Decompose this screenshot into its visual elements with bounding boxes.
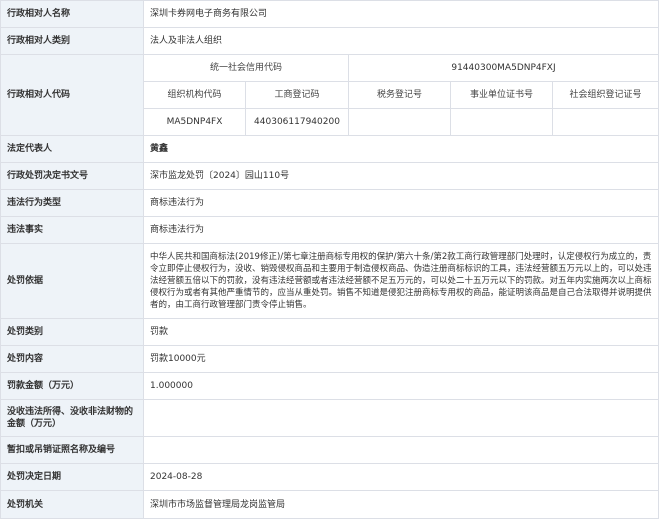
uscc-label: 统一社会信用代码 bbox=[143, 54, 349, 82]
row-penalty-content: 处罚内容 罚款10000元 bbox=[0, 345, 660, 373]
row-authority: 处罚机关 深圳市市场监督管理局龙岗监管局 bbox=[0, 490, 660, 519]
row-legal-rep: 法定代表人 黄鑫 bbox=[0, 135, 660, 163]
value-decision-date: 2024-08-28 bbox=[142, 463, 660, 491]
row-fine-amount: 罚款金额（万元） 1.000000 bbox=[0, 372, 660, 400]
row-basis: 处罚依据 中华人民共和国商标法(2019修正)/第七章注册商标专用权的保护/第六… bbox=[0, 243, 660, 319]
value-doc-no: 深市监龙处罚〔2024〕园山110号 bbox=[142, 162, 660, 190]
row-violation-fact: 违法事实 商标违法行为 bbox=[0, 216, 660, 244]
label-fine-amount: 罚款金额（万元） bbox=[0, 372, 144, 400]
org-code-header: 组织机构代码 bbox=[143, 81, 246, 109]
label-authority: 处罚机关 bbox=[0, 490, 144, 519]
label-violation-fact: 违法事实 bbox=[0, 216, 144, 244]
label-violation-type: 违法行为类型 bbox=[0, 189, 144, 217]
label-decision-date: 处罚决定日期 bbox=[0, 463, 144, 491]
value-penalty-content: 罚款10000元 bbox=[142, 345, 660, 373]
label-legal-rep: 法定代表人 bbox=[0, 135, 144, 163]
value-basis: 中华人民共和国商标法(2019修正)/第七章注册商标专用权的保护/第六十条/第2… bbox=[142, 243, 660, 319]
org-code-value: MA5DNP4FX bbox=[143, 108, 246, 136]
penalty-info-table: 行政相对人名称 深圳卡券网电子商务有限公司 行政相对人类别 法人及非法人组织 行… bbox=[0, 0, 660, 519]
institution-cert-value bbox=[450, 108, 553, 136]
value-authority: 深圳市市场监督管理局龙岗监管局 bbox=[142, 490, 660, 519]
label-code: 行政相对人代码 bbox=[0, 54, 144, 136]
social-org-value bbox=[551, 108, 660, 136]
business-reg-header: 工商登记码 bbox=[245, 81, 349, 109]
uscc-value: 91440300MA5DNP4FXJ bbox=[347, 54, 660, 82]
row-penalty-type: 处罚类别 罚款 bbox=[0, 318, 660, 346]
label-penalty-content: 处罚内容 bbox=[0, 345, 144, 373]
value-license bbox=[142, 436, 660, 464]
label-name: 行政相对人名称 bbox=[0, 0, 144, 28]
tax-reg-value bbox=[348, 108, 451, 136]
row-confiscation: 没收违法所得、没收非法财物的金额（万元） bbox=[0, 399, 660, 437]
label-doc-no: 行政处罚决定书文号 bbox=[0, 162, 144, 190]
value-violation-fact: 商标违法行为 bbox=[142, 216, 660, 244]
label-license: 暂扣或吊销证照名称及编号 bbox=[0, 436, 144, 464]
row-doc-no: 行政处罚决定书文号 深市监龙处罚〔2024〕园山110号 bbox=[0, 162, 660, 190]
row-violation-type: 违法行为类型 商标违法行为 bbox=[0, 189, 660, 217]
label-category: 行政相对人类别 bbox=[0, 27, 144, 55]
value-violation-type: 商标违法行为 bbox=[142, 189, 660, 217]
row-code-uscc: 行政相对人代码 统一社会信用代码 91440300MA5DNP4FXJ bbox=[0, 54, 660, 136]
label-penalty-type: 处罚类别 bbox=[0, 318, 144, 346]
row-decision-date: 处罚决定日期 2024-08-28 bbox=[0, 463, 660, 491]
value-fine-amount: 1.000000 bbox=[142, 372, 660, 400]
business-reg-value: 440306117940200 bbox=[245, 108, 349, 136]
row-name: 行政相对人名称 深圳卡券网电子商务有限公司 bbox=[0, 0, 660, 28]
value-penalty-type: 罚款 bbox=[142, 318, 660, 346]
label-basis: 处罚依据 bbox=[0, 243, 144, 319]
label-confiscation: 没收违法所得、没收非法财物的金额（万元） bbox=[0, 399, 144, 437]
social-org-header: 社会组织登记证号 bbox=[551, 81, 660, 109]
tax-reg-header: 税务登记号 bbox=[348, 81, 451, 109]
institution-cert-header: 事业单位证书号 bbox=[450, 81, 553, 109]
value-category: 法人及非法人组织 bbox=[142, 27, 660, 55]
row-category: 行政相对人类别 法人及非法人组织 bbox=[0, 27, 660, 55]
value-name: 深圳卡券网电子商务有限公司 bbox=[142, 0, 660, 28]
value-confiscation bbox=[142, 399, 660, 437]
value-legal-rep: 黄鑫 bbox=[142, 135, 660, 163]
row-license: 暂扣或吊销证照名称及编号 bbox=[0, 436, 660, 464]
